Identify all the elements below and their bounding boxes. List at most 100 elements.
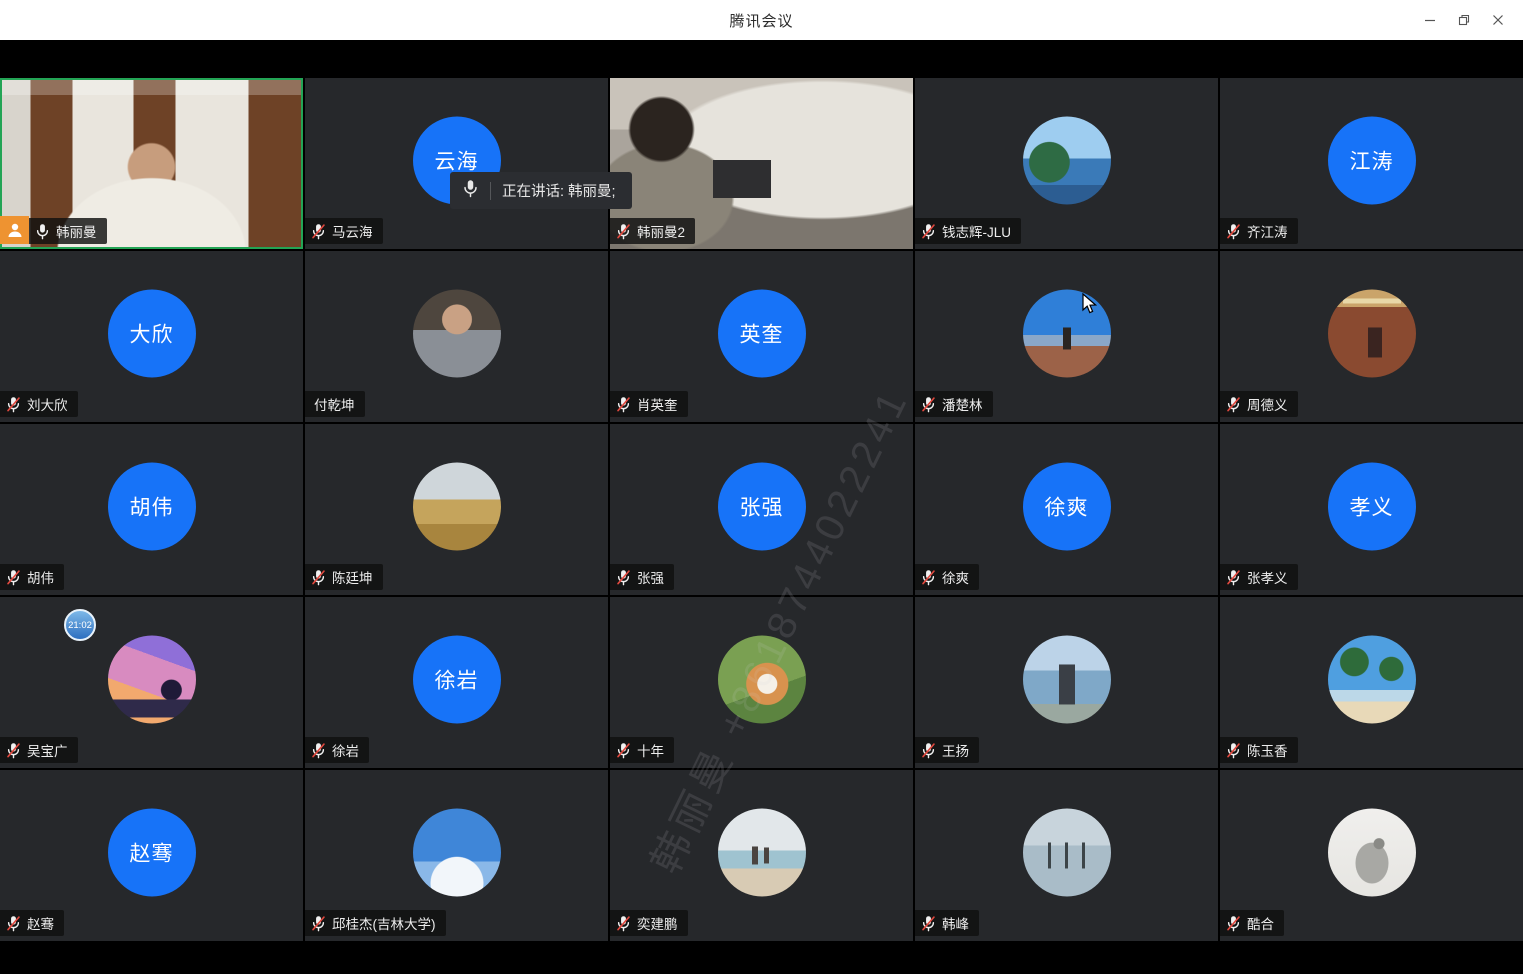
participant-name: 徐爽 [942,567,969,587]
participant-name-label: 奕建鹏 [610,910,688,936]
avatar-circle: 徐岩 [413,635,501,723]
minimize-button[interactable] [1413,0,1447,40]
mic-muted-icon [311,915,326,932]
mic-muted-icon [616,396,631,413]
close-button[interactable] [1481,0,1515,40]
participant-name: 徐岩 [332,740,359,760]
mic-muted-icon [1226,915,1241,932]
participant-name: 酷合 [1247,913,1274,933]
mic-muted-icon [921,915,936,932]
participant-tile[interactable]: 陈玉香 [1220,597,1523,768]
participant-tile[interactable]: 张强张强 [610,424,913,595]
participant-grid: 韩丽曼云海马云海韩丽曼2钱志辉-JLU江涛齐江涛大欣刘大欣付乾坤英奎肖英奎潘楚林… [0,78,1523,941]
participant-name-label: 陈玉香 [1220,737,1298,763]
mic-muted-icon [311,569,326,586]
participant-tile[interactable]: 英奎肖英奎 [610,251,913,422]
participant-tile[interactable]: 奕建鹏 [610,770,913,941]
mic-on-icon [35,223,50,240]
avatar-initials: 孝义 [1350,491,1394,521]
participant-tile[interactable]: 潘楚林 [915,251,1218,422]
participant-tile[interactable]: 付乾坤 [305,251,608,422]
mic-muted-icon [1226,569,1241,586]
avatar-photo [413,462,501,550]
participant-name: 潘楚林 [942,394,983,414]
mic-muted-icon [311,742,326,759]
participant-name-label: 潘楚林 [915,391,993,417]
avatar-photo [108,635,196,723]
participant-name: 张孝义 [1247,567,1288,587]
avatar-photo [1023,116,1111,204]
mic-muted-icon [616,569,631,586]
mic-muted-icon [616,742,631,759]
bottom-strip [0,941,1523,974]
participant-tile[interactable]: 云海马云海 [305,78,608,249]
avatar-photo [413,808,501,896]
participant-tile[interactable]: 钱志辉-JLU [915,78,1218,249]
avatar-circle: 大欣 [108,289,196,377]
avatar-initials: 胡伟 [130,491,174,521]
participant-tile[interactable]: 大欣刘大欣 [0,251,303,422]
participant-name-label: 齐江涛 [1220,218,1298,244]
participant-name: 张强 [637,567,664,587]
window-title: 腾讯会议 [0,0,1523,40]
participant-name-label: 马云海 [305,218,383,244]
avatar-initials: 徐岩 [435,664,479,694]
participant-tile[interactable]: 韩丽曼2 [610,78,913,249]
participant-name-label: 赵骞 [0,910,64,936]
participant-name: 韩丽曼 [56,221,97,241]
participant-tile[interactable]: 21:02吴宝广 [0,597,303,768]
participant-tile[interactable]: 酷合 [1220,770,1523,941]
participant-name-label: 王扬 [915,737,979,763]
participant-tile[interactable]: 韩峰 [915,770,1218,941]
window-controls [1413,0,1515,40]
participant-name-label: 邱桂杰(吉林大学) [305,910,446,936]
participant-tile[interactable]: 赵骞赵骞 [0,770,303,941]
participant-name: 陈廷坤 [332,567,373,587]
person-icon [6,221,24,239]
participant-tile[interactable]: 韩丽曼 [0,78,303,249]
mic-muted-icon [921,396,936,413]
avatar-circle: 英奎 [718,289,806,377]
participant-tile[interactable]: 周德义 [1220,251,1523,422]
avatar-photo [718,808,806,896]
avatar-initials: 江涛 [1350,145,1394,175]
toast-divider [490,182,491,200]
mic-muted-icon [1226,223,1241,240]
participant-name: 赵骞 [27,913,54,933]
toast-text: 正在讲话: 韩丽曼; [502,180,616,201]
participant-tile[interactable]: 徐爽徐爽 [915,424,1218,595]
participant-name-label: 吴宝广 [0,737,78,763]
participant-tile[interactable]: 邱桂杰(吉林大学) [305,770,608,941]
mic-muted-icon [1226,396,1241,413]
participant-name-label: 韩丽曼 [29,218,107,244]
participant-name: 邱桂杰(吉林大学) [332,913,436,933]
participant-name-label: 酷合 [1220,910,1284,936]
participant-name-label: 韩峰 [915,910,979,936]
title-bar: 腾讯会议 [0,0,1523,40]
mic-muted-icon [6,396,21,413]
avatar-initials: 云海 [435,145,479,175]
participant-name-label: 十年 [610,737,674,763]
speaking-toast: 正在讲话: 韩丽曼; [450,172,632,209]
avatar-initials: 大欣 [130,318,174,348]
participant-name: 齐江涛 [1247,221,1288,241]
participant-name-label: 徐爽 [915,564,979,590]
participant-tile[interactable]: 陈廷坤 [305,424,608,595]
avatar-photo [1023,635,1111,723]
participant-name: 韩丽曼2 [637,221,685,241]
participant-tile[interactable]: 胡伟胡伟 [0,424,303,595]
participant-tile[interactable]: 江涛齐江涛 [1220,78,1523,249]
participant-name-label: 付乾坤 [305,391,365,417]
mic-muted-icon [616,223,631,240]
participant-tile[interactable]: 十年 [610,597,913,768]
participant-tile[interactable]: 孝义张孝义 [1220,424,1523,595]
maximize-button[interactable] [1447,0,1481,40]
avatar-circle: 孝义 [1328,462,1416,550]
participant-name: 王扬 [942,740,969,760]
participant-tile[interactable]: 王扬 [915,597,1218,768]
mic-muted-icon [921,223,936,240]
participant-name-label: 陈廷坤 [305,564,383,590]
participant-name: 奕建鹏 [637,913,678,933]
avatar-circle: 徐爽 [1023,462,1111,550]
participant-tile[interactable]: 徐岩徐岩 [305,597,608,768]
